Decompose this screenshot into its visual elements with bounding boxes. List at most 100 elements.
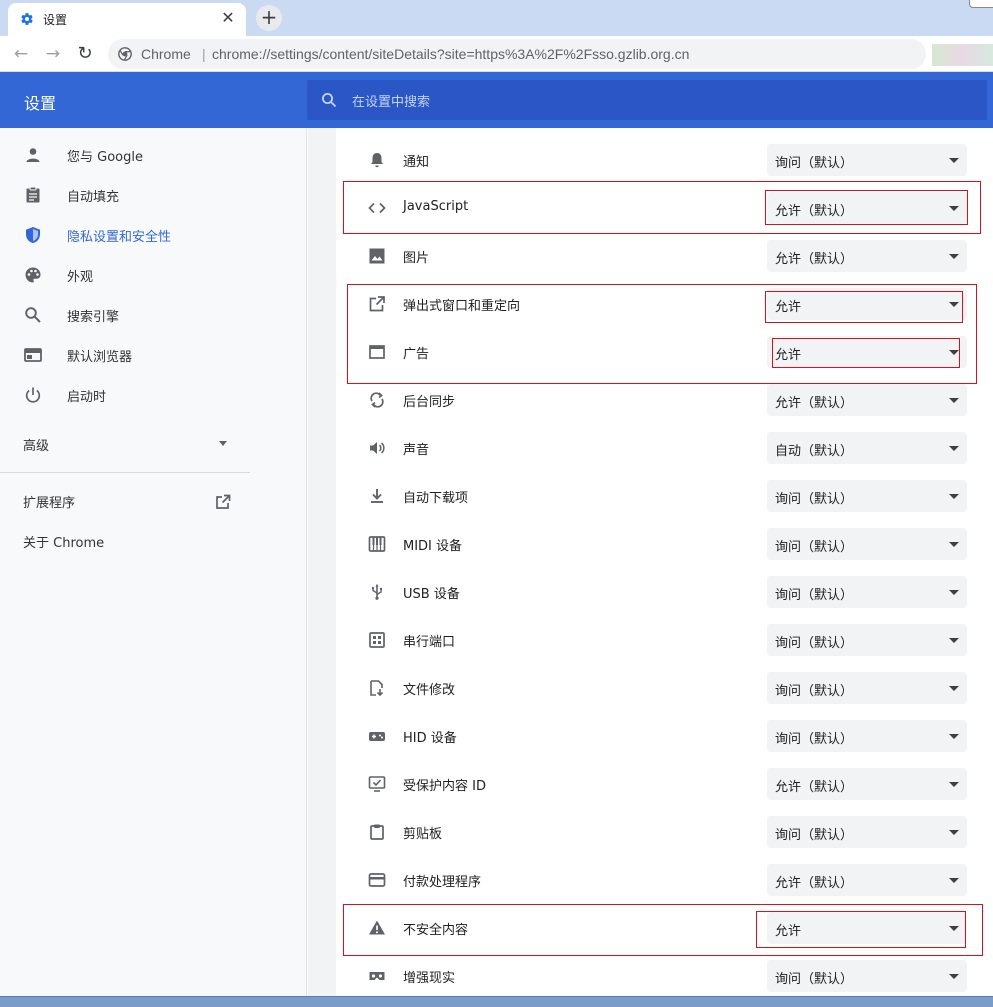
select-value: 询问（默认） bbox=[775, 636, 854, 651]
select-value: 询问（默认） bbox=[775, 492, 854, 507]
permission-label: 自动下载项 bbox=[403, 491, 469, 506]
new-tab-button[interactable]: + bbox=[256, 5, 282, 31]
permission-select[interactable]: 允许（默认） bbox=[767, 768, 967, 800]
permission-label: 付款处理程序 bbox=[403, 875, 482, 890]
sync-icon bbox=[368, 391, 386, 409]
dropdown-arrow-icon bbox=[949, 734, 959, 739]
dropdown-arrow-icon bbox=[949, 542, 959, 547]
sidebar-item-label: 默认浏览器 bbox=[67, 350, 133, 365]
sidebar-item-appearance[interactable]: 外观 bbox=[0, 255, 250, 295]
dropdown-arrow-icon bbox=[949, 206, 959, 211]
browser-toolbar: ← → ↻ Chrome | chrome://settings/content… bbox=[0, 36, 993, 72]
permission-row-sound: 声音 自动（默认） bbox=[336, 424, 993, 472]
sidebar-item-privacy[interactable]: 隐私设置和安全性 bbox=[0, 215, 250, 255]
sidebar-item-about-chrome[interactable]: 关于 Chrome bbox=[23, 532, 104, 551]
dropdown-arrow-icon bbox=[949, 878, 959, 883]
permission-select[interactable]: 询问（默认） bbox=[767, 528, 967, 560]
sidebar-item-label: 搜索引擎 bbox=[67, 310, 120, 325]
permission-row-insecure-content: 不安全内容 允许 bbox=[336, 904, 993, 952]
sidebar-item-on-startup[interactable]: 启动时 bbox=[0, 375, 250, 415]
permission-select[interactable]: 允许 bbox=[767, 288, 967, 320]
select-value: 询问（默认） bbox=[775, 156, 854, 171]
sidebar-item-you-and-google[interactable]: 您与 Google bbox=[0, 135, 250, 175]
window-control[interactable] bbox=[969, 0, 993, 8]
select-value: 允许（默认） bbox=[775, 780, 854, 795]
tab-title: 设置 bbox=[43, 13, 68, 27]
dropdown-arrow-icon bbox=[949, 254, 959, 259]
dropdown-arrow-icon bbox=[949, 782, 959, 787]
permission-select[interactable]: 询问（默认） bbox=[767, 672, 967, 704]
permission-label: 不安全内容 bbox=[403, 923, 469, 938]
permission-label: 串行端口 bbox=[403, 635, 456, 650]
permission-select[interactable]: 询问（默认） bbox=[767, 720, 967, 752]
ads-icon bbox=[368, 343, 386, 361]
permission-select[interactable]: 允许（默认） bbox=[767, 864, 967, 896]
sidebar-item-autofill[interactable]: 自动填充 bbox=[0, 175, 250, 215]
forward-button[interactable]: → bbox=[40, 41, 66, 67]
address-bar[interactable]: Chrome | chrome://settings/content/siteD… bbox=[108, 39, 926, 69]
permission-row-clipboard: 剪贴板 询问（默认） bbox=[336, 808, 993, 856]
sidebar-item-extensions[interactable]: 扩展程序 bbox=[23, 492, 75, 511]
file-edit-icon bbox=[368, 679, 386, 697]
permission-select[interactable]: 允许 bbox=[767, 336, 967, 368]
close-icon[interactable]: ✕ bbox=[218, 8, 238, 28]
settings-header: 设置 在设置中搜索 bbox=[0, 72, 993, 128]
tab-settings[interactable]: 设置 ✕ bbox=[8, 3, 246, 36]
permission-select[interactable]: 询问（默认） bbox=[767, 624, 967, 656]
page-title: 设置 bbox=[24, 94, 57, 113]
permission-label: HID 设备 bbox=[403, 731, 457, 746]
sidebar-item-label: 您与 Google bbox=[67, 150, 143, 165]
permission-select[interactable]: 允许（默认） bbox=[767, 384, 967, 416]
search-input[interactable]: 在设置中搜索 bbox=[352, 91, 430, 110]
permission-label: 图片 bbox=[403, 251, 430, 266]
browser-icon bbox=[24, 346, 42, 364]
permission-select[interactable]: 允许（默认） bbox=[767, 240, 967, 272]
bell-icon bbox=[368, 151, 386, 169]
credit-card-icon bbox=[368, 871, 386, 889]
select-value: 允许 bbox=[775, 924, 802, 939]
sidebar-item-search-engine[interactable]: 搜索引擎 bbox=[0, 295, 250, 335]
clipboard-icon bbox=[368, 823, 386, 841]
reload-button[interactable]: ↻ bbox=[72, 41, 98, 67]
piano-icon bbox=[368, 535, 386, 553]
dropdown-arrow-icon bbox=[949, 974, 959, 979]
permission-select[interactable]: 询问（默认） bbox=[767, 480, 967, 512]
shield-icon bbox=[24, 226, 42, 244]
palette-icon bbox=[24, 266, 42, 284]
chevron-down-icon[interactable] bbox=[219, 441, 227, 446]
extensions-area[interactable] bbox=[932, 44, 993, 66]
permission-row-auto-downloads: 自动下载项 询问（默认） bbox=[336, 472, 993, 520]
permission-select[interactable]: 询问（默认） bbox=[767, 576, 967, 608]
permission-row-ads: 广告 允许 bbox=[336, 328, 993, 376]
permission-label: 受保护内容 ID bbox=[403, 779, 486, 794]
settings-search[interactable]: 在设置中搜索 bbox=[307, 80, 987, 120]
dropdown-arrow-icon bbox=[949, 638, 959, 643]
dropdown-arrow-icon bbox=[949, 446, 959, 451]
permission-select[interactable]: 允许 bbox=[767, 912, 967, 944]
sound-icon bbox=[368, 439, 386, 457]
sidebar-advanced[interactable]: 高级 bbox=[23, 435, 49, 454]
select-value: 询问（默认） bbox=[775, 828, 854, 843]
permission-select[interactable]: 询问（默认） bbox=[767, 144, 967, 176]
permission-row-images: 图片 允许（默认） bbox=[336, 232, 993, 280]
permission-select[interactable]: 询问（默认） bbox=[767, 816, 967, 848]
permission-select[interactable]: 询问（默认） bbox=[767, 960, 967, 992]
dropdown-arrow-icon bbox=[949, 398, 959, 403]
permission-select[interactable]: 自动（默认） bbox=[767, 432, 967, 464]
permission-label: MIDI 设备 bbox=[403, 539, 463, 554]
permission-label: 剪贴板 bbox=[403, 827, 443, 842]
permission-select[interactable]: 允许（默认） bbox=[767, 192, 967, 224]
permission-label: JavaScript bbox=[403, 199, 469, 214]
permission-row-file-editing: 文件修改 询问（默认） bbox=[336, 664, 993, 712]
permission-row-usb: USB 设备 询问（默认） bbox=[336, 568, 993, 616]
omnibox-url[interactable]: chrome://settings/content/siteDetails?si… bbox=[212, 46, 689, 62]
select-value: 询问（默认） bbox=[775, 540, 854, 555]
sidebar-item-default-browser[interactable]: 默认浏览器 bbox=[0, 335, 250, 375]
back-button[interactable]: ← bbox=[8, 41, 34, 67]
permission-label: 文件修改 bbox=[403, 683, 456, 698]
open-in-new-icon[interactable] bbox=[214, 493, 232, 511]
permission-label: USB 设备 bbox=[403, 587, 460, 602]
settings-main: 通知 询问（默认） JavaScript 允许（默认） 图片 允许（默认） 弹出… bbox=[308, 128, 993, 996]
gamepad-icon bbox=[368, 727, 386, 745]
permissions-card: 通知 询问（默认） JavaScript 允许（默认） 图片 允许（默认） 弹出… bbox=[336, 128, 993, 996]
